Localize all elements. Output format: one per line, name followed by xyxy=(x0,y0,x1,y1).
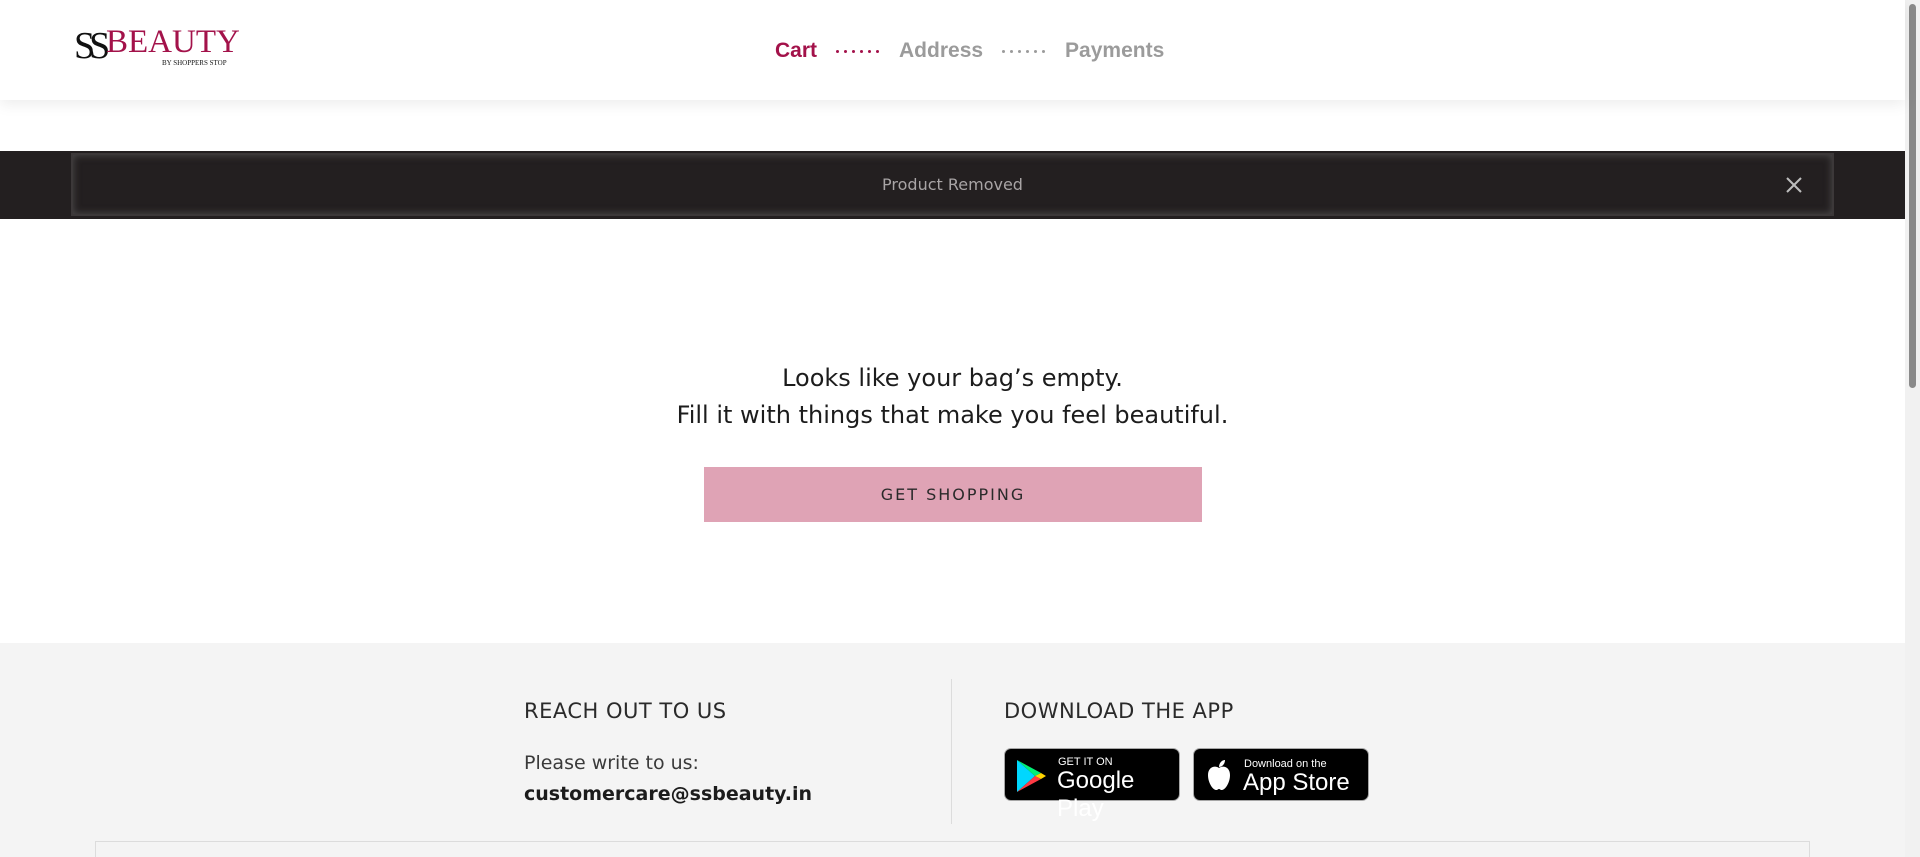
download-app-title: DOWNLOAD THE APP xyxy=(1004,699,1234,723)
empty-bag-line-1: Looks like your bag’s empty. xyxy=(782,364,1123,392)
footer-bottom-panel xyxy=(95,841,1810,857)
apple-icon xyxy=(1208,760,1230,790)
reach-out-title: REACH OUT TO US xyxy=(524,699,727,723)
footer-divider xyxy=(951,679,952,824)
google-play-badge[interactable]: GET IT ON Google Play xyxy=(1004,748,1180,822)
step-cart[interactable]: Cart xyxy=(775,39,817,63)
google-play-icon xyxy=(1017,760,1046,792)
customer-care-email[interactable]: customercare@ssbeauty.in xyxy=(524,783,812,805)
get-shopping-button[interactable]: GET SHOPPING xyxy=(704,467,1202,522)
app-store-big-text: App Store xyxy=(1243,769,1350,796)
empty-bag-line-2: Fill it with things that make you feel b… xyxy=(676,401,1229,429)
close-icon[interactable] xyxy=(1784,175,1804,195)
toast-notification: Product Removed xyxy=(71,153,1834,216)
checkout-steps: Cart Address Payments xyxy=(775,36,1164,66)
scrollbar-thumb[interactable] xyxy=(1909,4,1916,388)
empty-bag-message: Looks like your bag’s empty. Fill it wit… xyxy=(0,360,1905,434)
download-app-section: DOWNLOAD THE APP GET IT ON Google Play D… xyxy=(1004,699,1369,822)
write-to-us-label: Please write to us: xyxy=(524,752,699,774)
google-play-big-text: Google Play xyxy=(1057,767,1135,822)
reach-out-section: REACH OUT TO US Please write to us: cust… xyxy=(524,699,812,805)
ssbeauty-logo[interactable]: SS BEAUTY BY SHOPPERS STOP xyxy=(74,24,244,70)
footer: REACH OUT TO US Please write to us: cust… xyxy=(0,643,1905,857)
app-store-badge[interactable]: Download on the App Store xyxy=(1193,748,1369,801)
step-address[interactable]: Address xyxy=(899,39,983,63)
toast-message: Product Removed xyxy=(882,175,1023,194)
svg-text:BY SHOPPERS STOP: BY SHOPPERS STOP xyxy=(162,59,227,67)
step-separator xyxy=(1002,49,1046,53)
svg-text:BEAUTY: BEAUTY xyxy=(106,24,240,60)
header: SS BEAUTY BY SHOPPERS STOP Cart Address … xyxy=(0,0,1905,100)
svg-text:SS: SS xyxy=(74,25,108,67)
step-payments[interactable]: Payments xyxy=(1065,39,1164,63)
step-separator xyxy=(836,49,880,53)
logo-graphic: SS BEAUTY BY SHOPPERS STOP xyxy=(74,24,240,67)
